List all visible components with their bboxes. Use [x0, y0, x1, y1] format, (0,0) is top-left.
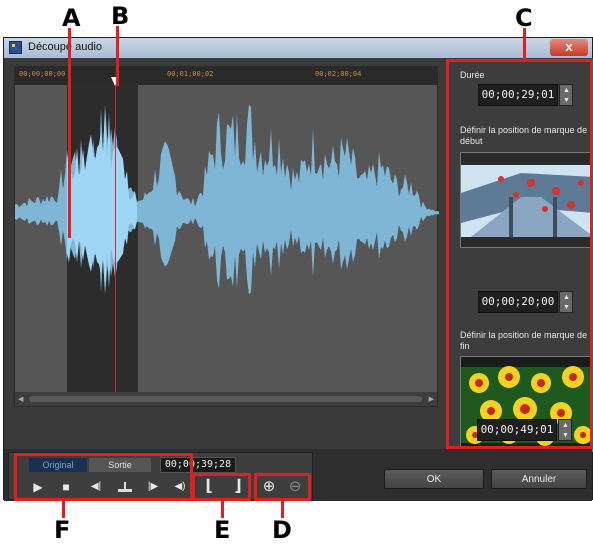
- annotation-a-pointer: [68, 28, 71, 238]
- scroll-right-arrow-icon[interactable]: ▶: [429, 395, 434, 403]
- timeline-ruler[interactable]: 00;00;00;00 00;01;00;02 00;02;00;04: [15, 67, 437, 85]
- annotation-b-pointer: [116, 26, 119, 86]
- annotation-a: A: [62, 4, 81, 32]
- annotation-c-pointer: [523, 28, 526, 60]
- horizontal-scrollbar[interactable]: ◀ ▶: [15, 392, 437, 406]
- annotation-f-box: [14, 453, 193, 501]
- annotation-c-box: [446, 59, 593, 449]
- annotation-d-pointer: [281, 501, 284, 518]
- annotation-d: D: [272, 516, 292, 544]
- annotation-e-box: [192, 473, 251, 501]
- annotation-e-pointer: [221, 501, 224, 518]
- scroll-left-arrow-icon[interactable]: ◀: [18, 395, 23, 403]
- close-button[interactable]: x: [550, 39, 588, 56]
- playback-cursor[interactable]: [115, 85, 116, 392]
- app-icon: [9, 41, 22, 54]
- annotation-e: E: [214, 516, 231, 544]
- ruler-tick: 00;00;00;00: [19, 70, 66, 78]
- annotation-b: B: [111, 2, 130, 30]
- cancel-button[interactable]: Annuler: [491, 469, 587, 489]
- ruler-tick: 00;01;00;02: [167, 70, 214, 78]
- annotation-f-pointer: [62, 501, 65, 518]
- ruler-tick: 00;02;00;04: [315, 70, 362, 78]
- window-title: Découpe audio: [28, 41, 103, 53]
- annotation-f: F: [54, 516, 71, 544]
- ok-button[interactable]: OK: [384, 469, 484, 489]
- annotation-c: C: [515, 4, 533, 32]
- scroll-thumb[interactable]: [29, 396, 422, 402]
- annotation-d-box: [254, 473, 311, 501]
- waveform-timeline[interactable]: 00;00;00;00 00;01;00;02 00;02;00;04 ◀ ▶: [14, 66, 439, 407]
- audio-waveform: [15, 104, 439, 295]
- title-bar: Découpe audio x: [4, 38, 592, 58]
